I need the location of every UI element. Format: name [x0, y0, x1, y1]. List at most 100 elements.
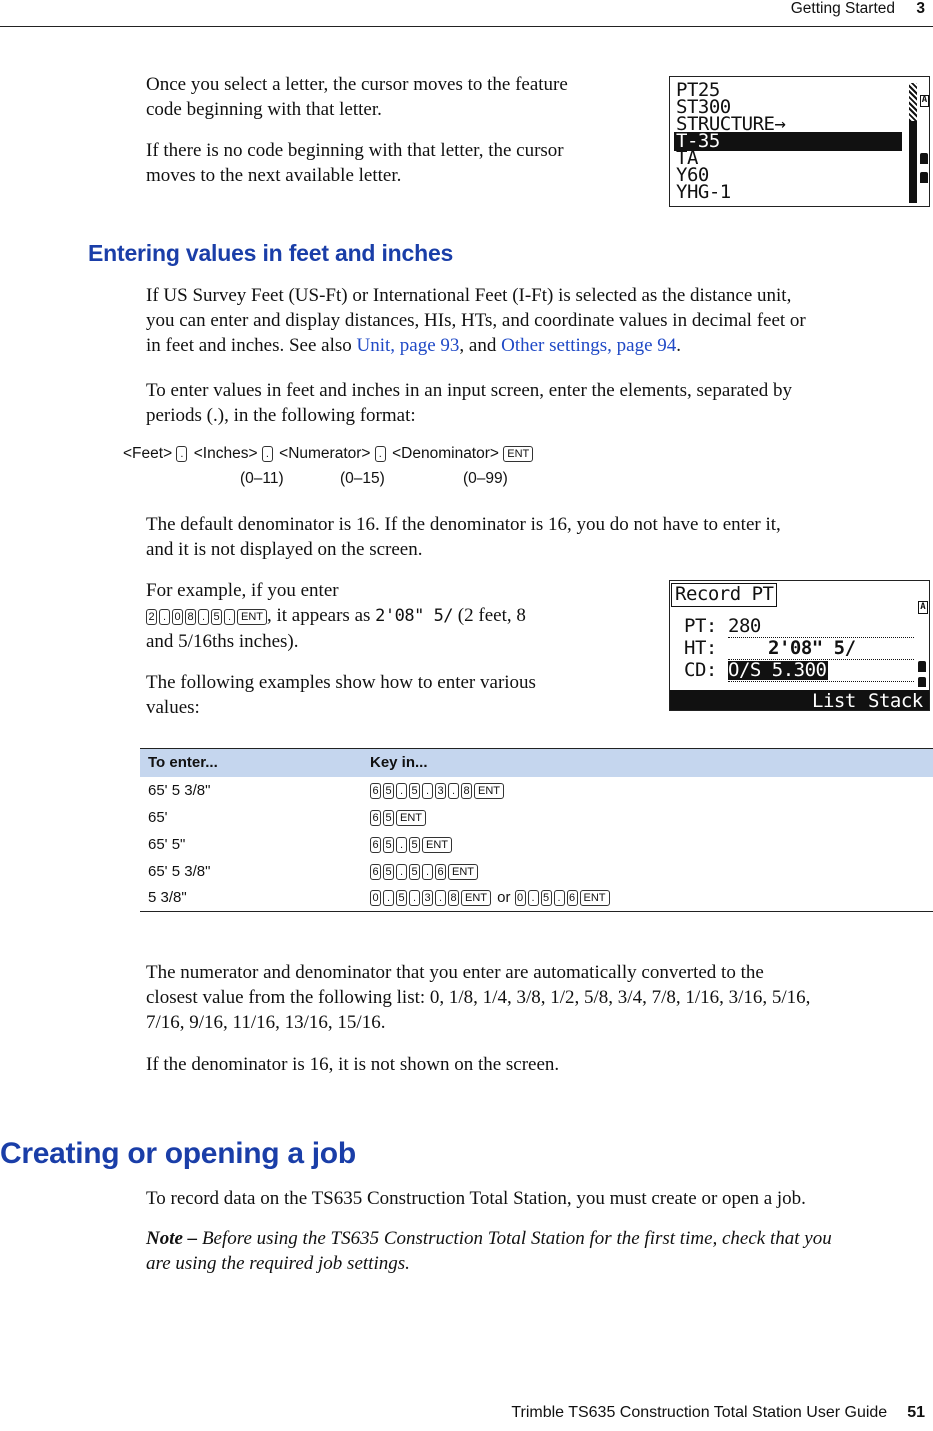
keys-cell: 6 5 ENT: [362, 804, 933, 831]
text-line: 7/16, 9/16, 11/16, 13/16, 15/16.: [146, 1012, 386, 1033]
softkey-bar: List Stack: [670, 690, 929, 711]
scrollbar-track: [909, 83, 917, 203]
key-5: 5: [540, 890, 552, 907]
key-6: 6: [566, 890, 578, 907]
link-unit-page[interactable]: Unit, page 93: [357, 335, 460, 356]
column-header-key-in: Key in...: [362, 748, 933, 777]
key-0: 0: [172, 609, 183, 625]
dot-key: .: [176, 446, 188, 462]
dot-key: .: [396, 863, 407, 880]
scrollbar-thumb: [909, 83, 917, 121]
cd-label: CD:: [684, 659, 717, 681]
ht-label: HT:: [684, 637, 717, 659]
following-paragraph: The following examples show how to enter…: [146, 670, 536, 720]
table-row: 65' 5 3/8" 6 5. 5. 3. 8 ENT: [140, 777, 933, 804]
range-numerator: (0–15): [340, 470, 385, 487]
text-line: closest value from the following list: 0…: [146, 987, 811, 1008]
text: in feet and inches. See also: [146, 335, 357, 356]
dot-key: .: [422, 782, 433, 799]
lcd-screen-record-pt: Record PT A PT: 280 HT: 2'08" 5/ CD: O/S…: [669, 580, 930, 711]
key-5: 5: [383, 809, 394, 826]
text-line: The default denominator is 16. If the de…: [146, 514, 781, 535]
key-0: 0: [514, 890, 526, 907]
feet-paragraph-3: The default denominator is 16. If the de…: [146, 512, 781, 562]
value-cell: 65' 5 3/8": [148, 862, 211, 880]
section-heading-creating-job: Creating or opening a job: [0, 1137, 356, 1170]
text-line: If US Survey Feet (US-Ft) or Internation…: [146, 285, 792, 306]
page-footer: Trimble TS635 Construction Total Station…: [511, 1404, 925, 1422]
section-heading-feet-inches: Entering values in feet and inches: [88, 240, 454, 266]
text-line: periods (.), in the following format:: [146, 405, 416, 426]
page-header: Getting Started 3: [0, 0, 933, 27]
text-line: you can enter and display distances, HIs…: [146, 310, 806, 331]
key-8: 8: [461, 782, 472, 799]
input-format-line: <Feet> . <Inches> . <Numerator> . <Denom…: [123, 445, 535, 463]
key-8: 8: [185, 609, 196, 625]
text-line: and 5/16ths inches).: [146, 631, 299, 652]
value-cell: 65': [148, 808, 168, 826]
header-section-title: Getting Started: [790, 0, 895, 17]
ent-key: ENT: [396, 809, 426, 826]
text-line: values:: [146, 697, 200, 718]
key-6: 6: [370, 782, 381, 799]
softkey-list[interactable]: List: [812, 692, 856, 711]
key-8: 8: [448, 890, 459, 907]
dot-key: .: [374, 446, 386, 462]
intro-paragraph-2: If there is no code beginning with that …: [146, 138, 564, 188]
text-line: are using the required job settings.: [146, 1253, 410, 1274]
keys-cell: 6 5. 5. 6 ENT: [362, 858, 933, 885]
key-5: 5: [383, 863, 394, 880]
dot-key: .: [198, 609, 209, 625]
text-line: The numerator and denominator that you e…: [146, 962, 764, 983]
column-header-to-enter: To enter...: [140, 748, 362, 777]
link-other-settings-page[interactable]: Other settings, page 94: [501, 335, 676, 356]
screen-title-box: Record PT: [671, 583, 778, 607]
ht-value: 2'08" 5/: [768, 637, 856, 659]
table-row: 65' 5 3/8" 6 5. 5. 6 ENT: [140, 858, 933, 885]
feet-paragraph-1: If US Survey Feet (US-Ft) or Internation…: [146, 283, 806, 358]
ent-key: ENT: [422, 836, 452, 853]
input-mode-indicator: A: [920, 95, 929, 107]
key-3: 3: [435, 782, 446, 799]
battery-icon: [918, 661, 926, 672]
job-note: Note – Before using the TS635 Constructi…: [146, 1226, 832, 1276]
text-line: The following examples show how to enter…: [146, 672, 536, 693]
format-feet: <Feet>: [123, 445, 173, 462]
key-6: 6: [370, 863, 381, 880]
text-line: moves to the next available letter.: [146, 165, 402, 186]
text: , it appears as: [267, 605, 376, 626]
dot-key: .: [553, 890, 565, 907]
dot-key: .: [261, 446, 273, 462]
ent-key: ENT: [448, 863, 478, 880]
text-line: and it is not displayed on the screen.: [146, 539, 423, 560]
list-item-selected: T-35: [674, 132, 902, 151]
lcd-screen-feature-codes: PT25 ST300 STRUCTURE→ T-35 TA Y60 YHG-1 …: [669, 76, 930, 207]
format-denominator: <Denominator>: [392, 445, 499, 462]
value-cell: 5 3/8": [140, 884, 362, 912]
dot-key: .: [435, 890, 446, 907]
format-inches: <Inches>: [193, 445, 258, 462]
keys-cell: 0. 5. 3. 8 ENT or 0. 5. 6 ENT: [362, 884, 933, 912]
text: Before using the TS635 Construction Tota…: [197, 1228, 832, 1249]
intro-paragraph-1: Once you select a letter, the cursor mov…: [146, 72, 568, 122]
text: , and: [459, 335, 502, 356]
ent-key: ENT: [579, 890, 610, 907]
text-line: Note – Before using the TS635 Constructi…: [146, 1226, 832, 1251]
key-6: 6: [370, 836, 381, 853]
keys-cell: 6 5. 5 ENT: [362, 831, 933, 858]
text-line: 2. 0 8. 5. ENT, it appears as 2'08" 5/ (2 fe…: [146, 603, 646, 629]
key-5: 5: [409, 863, 420, 880]
feature-code-list: PT25 ST300 STRUCTURE→ T-35 TA Y60 YHG-1: [674, 81, 909, 205]
softkey-stack[interactable]: Stack: [868, 692, 923, 711]
dot-key: .: [448, 782, 459, 799]
key-5: 5: [396, 890, 407, 907]
table-row: 65' 5" 6 5. 5 ENT: [140, 831, 933, 858]
footer-guide-title: Trimble TS635 Construction Total Station…: [511, 1404, 888, 1421]
or-label: or: [497, 889, 511, 907]
key-2: 2: [146, 609, 157, 625]
dot-key: .: [396, 836, 407, 853]
text-line: If there is no code beginning with that …: [146, 140, 564, 161]
ent-key: ENT: [503, 446, 534, 462]
header-chapter-number: 3: [916, 0, 925, 17]
key-0: 0: [370, 890, 381, 907]
